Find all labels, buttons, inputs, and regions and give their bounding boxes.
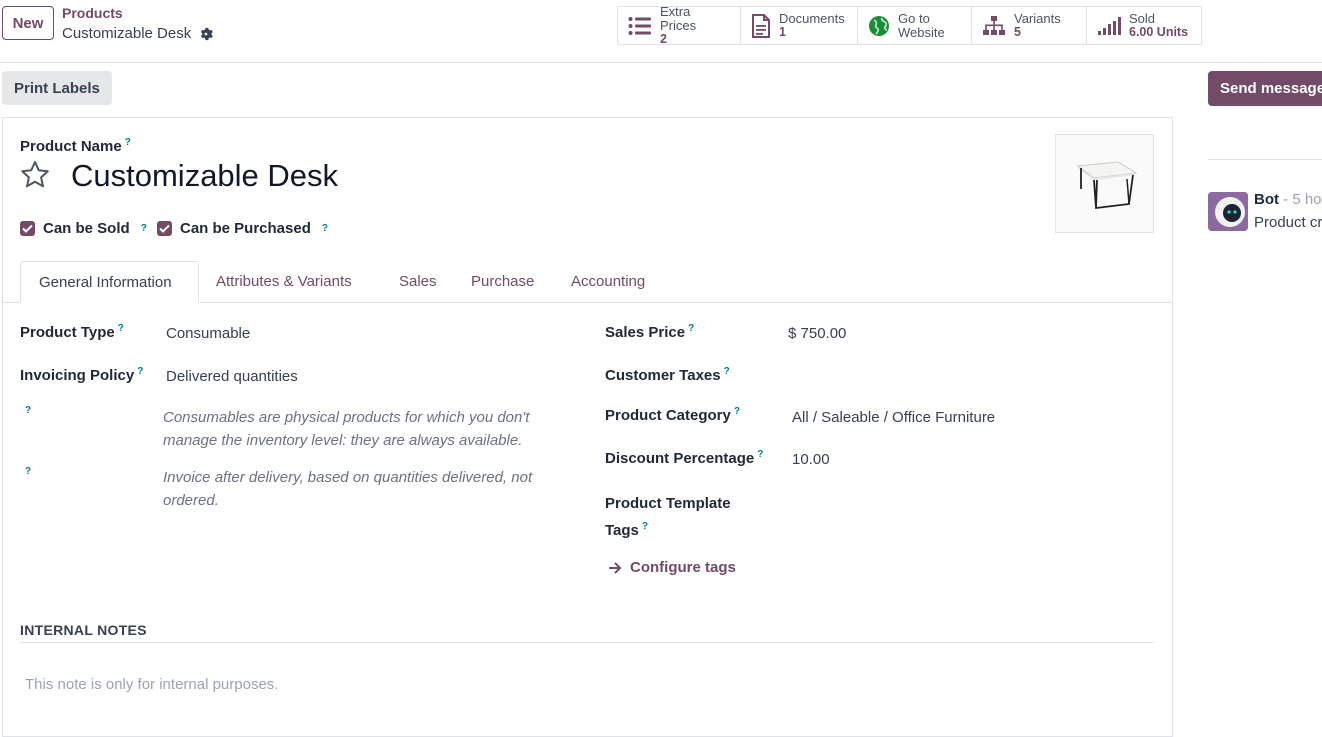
sales-price-input[interactable]: $ 750.00	[788, 325, 846, 342]
variants-count: 5	[1014, 25, 1021, 39]
tab-attributes-variants[interactable]: Attributes & Variants	[216, 261, 352, 302]
new-button[interactable]: New	[2, 6, 54, 40]
product-category-label-text: Product Category	[605, 407, 731, 424]
product-name-label: Product Name?	[20, 137, 131, 155]
breadcrumb-products-link[interactable]: Products	[62, 5, 123, 21]
help-tooltip[interactable]: ?	[724, 366, 730, 377]
can-be-sold-label: Can be Sold	[43, 220, 130, 237]
invoicing-policy-select[interactable]: Delivered quantities	[166, 368, 298, 385]
product-template-tags-label: Product Template Tags?	[605, 492, 731, 542]
documents-button[interactable]: Documents 1	[741, 7, 858, 44]
help-tooltip[interactable]: ?	[118, 323, 124, 334]
product-name-input[interactable]: Customizable Desk	[71, 158, 338, 194]
sitemap-icon	[983, 15, 1005, 35]
extra-prices-button[interactable]: Extra Prices 2	[618, 4, 741, 46]
star-icon[interactable]	[20, 160, 50, 189]
tab-purchase[interactable]: Purchase	[471, 261, 534, 302]
help-tooltip[interactable]: ?	[25, 405, 31, 416]
document-icon	[752, 13, 770, 38]
tags-label-line2: Tags	[605, 522, 639, 539]
go-to-website-button[interactable]: Go to Website	[858, 7, 972, 44]
help-tooltip[interactable]: ?	[141, 223, 147, 234]
product-name-label-text: Product Name	[20, 138, 122, 155]
invoicing-policy-label-text: Invoicing Policy	[20, 367, 135, 384]
tab-accounting[interactable]: Accounting	[571, 261, 645, 302]
can-be-purchased-checkbox[interactable]: Can be Purchased?	[157, 220, 328, 237]
checkbox-checked-icon	[20, 221, 35, 236]
help-tooltip[interactable]: ?	[137, 366, 143, 377]
breadcrumb-current-label: Customizable Desk	[62, 25, 192, 42]
gear-icon[interactable]	[199, 27, 214, 41]
documents-label: Documents	[779, 11, 845, 26]
globe-icon	[869, 15, 889, 36]
product-type-select[interactable]: Consumable	[166, 325, 250, 342]
tab-sales[interactable]: Sales	[399, 261, 437, 302]
help-tooltip[interactable]: ?	[25, 466, 31, 477]
customer-taxes-label-text: Customer Taxes	[605, 367, 721, 384]
variants-button[interactable]: Variants 5	[972, 7, 1087, 44]
print-labels-button[interactable]: Print Labels	[2, 71, 112, 105]
arrow-right-icon	[609, 561, 622, 574]
sales-price-label: Sales Price?	[605, 323, 694, 341]
product-category-label: Product Category?	[605, 406, 740, 424]
product-type-label: Product Type?	[20, 323, 124, 341]
go-to-label: Go to	[898, 10, 930, 26]
send-message-button[interactable]: Send message	[1208, 71, 1322, 106]
product-image[interactable]	[1055, 134, 1154, 233]
list-icon	[628, 16, 651, 35]
help-tooltip[interactable]: ?	[688, 323, 694, 334]
website-label: Website	[898, 24, 945, 40]
discount-percentage-input[interactable]: 10.00	[792, 451, 830, 468]
smart-buttons: Extra Prices 2 Documents 1 Go to Website Va…	[617, 4, 1202, 46]
sold-label: Sold	[1129, 11, 1156, 26]
documents-count: 1	[779, 25, 786, 39]
variants-label: Variants	[1014, 11, 1061, 26]
can-be-sold-checkbox[interactable]: Can be Sold?	[20, 220, 147, 237]
section-divider	[20, 642, 1154, 643]
invoicing-policy-help-text: Invoice after delivery, based on quantit…	[163, 469, 533, 509]
internal-notes-editor[interactable]: This note is only for internal purposes.	[25, 676, 278, 693]
message-time: - 5 hou	[1283, 191, 1322, 208]
author-name: Bot	[1254, 191, 1279, 208]
message-body: Product cr	[1254, 214, 1322, 231]
discount-percentage-label-text: Discount Percentage	[605, 450, 755, 467]
bot-avatar-icon	[1208, 192, 1248, 231]
control-panel-top: New Products Customizable Desk Extra Pri…	[0, 0, 1322, 63]
help-tooltip[interactable]: ?	[734, 406, 740, 417]
configure-tags-button[interactable]: Configure tags	[608, 559, 736, 576]
can-be-purchased-label: Can be Purchased	[180, 220, 311, 237]
tags-label-line1: Product Template	[605, 495, 731, 512]
customer-taxes-input[interactable]	[788, 366, 1148, 386]
discount-percentage-label: Discount Percentage?	[605, 449, 763, 467]
product-tags-input[interactable]	[792, 495, 1152, 515]
customer-taxes-label: Customer Taxes?	[605, 366, 730, 384]
extra-prices-label: Extra Prices	[660, 4, 697, 33]
product-category-select[interactable]: All / Saleable / Office Furniture	[792, 409, 995, 426]
breadcrumb-current: Customizable Desk	[62, 25, 214, 42]
help-tooltip[interactable]: ?	[125, 137, 131, 148]
sales-price-label-text: Sales Price	[605, 324, 686, 341]
help-tooltip[interactable]: ?	[322, 223, 328, 234]
help-tooltip[interactable]: ?	[757, 449, 763, 460]
internal-notes-title: INTERNAL NOTES	[20, 622, 147, 638]
checkbox-checked-icon	[157, 221, 172, 236]
message-author: Bot - 5 hou	[1254, 191, 1322, 208]
signal-bars-icon	[1098, 16, 1121, 35]
product-type-help-text: Consumables are physical products for wh…	[163, 409, 530, 449]
extra-prices-count: 2	[660, 32, 667, 46]
tab-general-information[interactable]: General Information	[20, 261, 199, 303]
desk-image-icon	[1076, 161, 1138, 210]
product-type-label-text: Product Type	[20, 324, 115, 341]
avatar[interactable]	[1208, 192, 1248, 231]
chatter-divider	[1208, 159, 1322, 160]
help-tooltip[interactable]: ?	[642, 521, 648, 532]
configure-tags-label: Configure tags	[630, 559, 736, 576]
sold-button[interactable]: Sold 6.00 Units	[1087, 7, 1201, 44]
invoicing-policy-label: Invoicing Policy?	[20, 366, 143, 384]
sold-value: 6.00 Units	[1129, 25, 1189, 39]
